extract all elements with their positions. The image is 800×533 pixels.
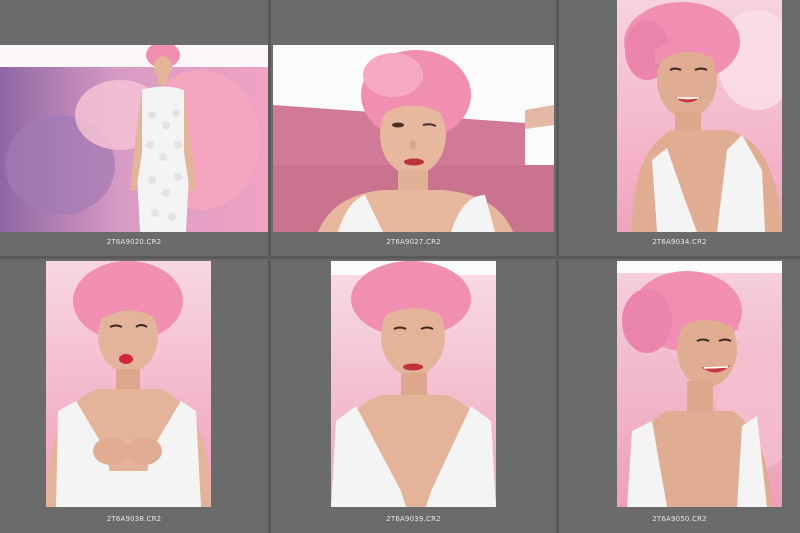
thumbnail-filename: 2T6A9034.CR2 bbox=[652, 238, 707, 246]
photo-thumbnail[interactable] bbox=[617, 261, 782, 507]
photo-image bbox=[46, 261, 211, 507]
thumbnail-filename: 2T6A9020.CR2 bbox=[106, 238, 162, 246]
photo-thumbnail[interactable] bbox=[273, 45, 554, 232]
thumbnail-cell-4[interactable]: 2T6A9038.CR2 bbox=[0, 259, 268, 533]
photo-image bbox=[273, 45, 554, 232]
photo-image bbox=[0, 45, 268, 232]
thumbnail-cell-6[interactable]: 2T6A9050.CR2 bbox=[559, 259, 800, 533]
thumbnail-cell-1[interactable]: 2T6A9020.CR2 bbox=[0, 0, 268, 256]
photo-thumbnail[interactable] bbox=[46, 261, 211, 507]
thumbnail-grid: 2T6A9020.CR2 2T6A9027.CR2 2T6A9034.CR2 2… bbox=[0, 0, 800, 533]
photo-image bbox=[331, 261, 496, 507]
thumbnail-cell-5[interactable]: 2T6A9039.CR2 bbox=[271, 259, 556, 533]
thumbnail-cell-2[interactable]: 2T6A9027.CR2 bbox=[271, 0, 556, 256]
photo-image bbox=[617, 0, 782, 232]
thumbnail-filename: 2T6A9050.CR2 bbox=[652, 515, 707, 523]
photo-thumbnail[interactable] bbox=[617, 0, 782, 232]
photo-thumbnail[interactable] bbox=[0, 45, 268, 232]
thumbnail-filename: 2T6A9039.CR2 bbox=[386, 515, 441, 523]
thumbnail-filename: 2T6A9027.CR2 bbox=[386, 238, 441, 246]
thumbnail-cell-3[interactable]: 2T6A9034.CR2 bbox=[559, 0, 800, 256]
thumbnail-filename: 2T6A9038.CR2 bbox=[106, 515, 162, 523]
photo-thumbnail[interactable] bbox=[331, 261, 496, 507]
photo-image bbox=[617, 261, 782, 507]
